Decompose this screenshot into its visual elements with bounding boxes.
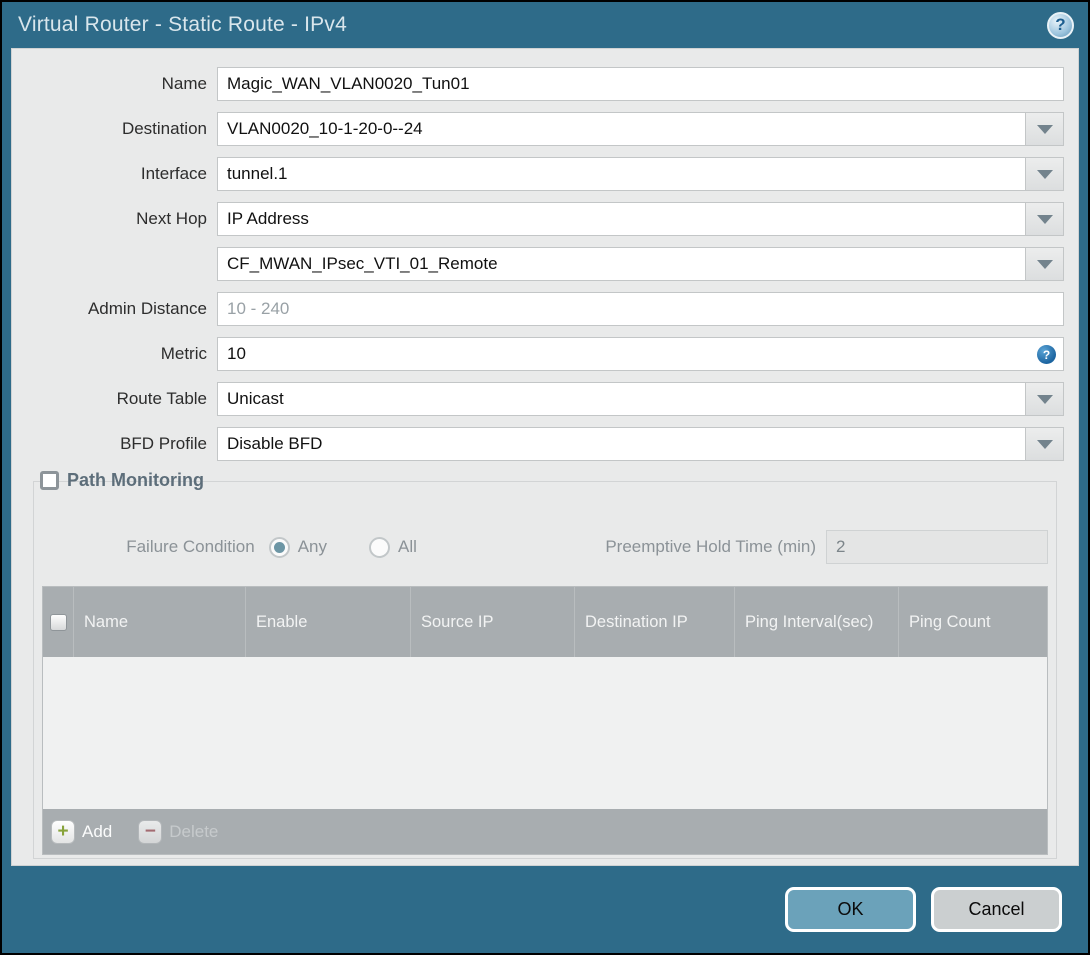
- interface-row: Interface: [26, 157, 1064, 191]
- failure-condition-any-label: Any: [297, 537, 328, 556]
- minus-icon: −: [138, 819, 163, 844]
- metric-help-icon[interactable]: ?: [1037, 345, 1056, 364]
- static-route-dialog: Virtual Router - Static Route - IPv4 ? N…: [0, 0, 1090, 955]
- name-row: Name: [26, 67, 1064, 101]
- select-all-checkbox[interactable]: [49, 613, 67, 631]
- metric-label: Metric: [160, 344, 207, 363]
- name-input[interactable]: [217, 67, 1064, 101]
- ok-button[interactable]: OK: [785, 887, 916, 932]
- destination-dropdown-button[interactable]: [1026, 112, 1064, 146]
- next-hop-type-select[interactable]: [217, 202, 1026, 236]
- destination-input[interactable]: [217, 112, 1026, 146]
- plus-icon: +: [51, 819, 75, 844]
- interface-input[interactable]: [217, 157, 1026, 191]
- destination-row: Destination: [26, 112, 1064, 146]
- table-body-empty: [43, 657, 1047, 809]
- chevron-down-icon: [1036, 124, 1053, 134]
- form-panel: Name Destination Interface: [11, 48, 1079, 866]
- select-all-cell: [43, 587, 73, 657]
- failure-condition-all-label: All: [398, 537, 417, 556]
- failure-condition-any-radio[interactable]: [268, 536, 290, 558]
- column-header-enable[interactable]: Enable: [245, 587, 410, 657]
- table-header-row: Name Enable Source IP Destination IP Pin…: [43, 587, 1047, 657]
- chevron-down-icon: [1036, 169, 1053, 179]
- preemptive-hold-time-label: Preemptive Hold Time (min): [605, 537, 816, 556]
- failure-condition-label: Failure Condition: [126, 537, 255, 556]
- add-button[interactable]: + Add: [51, 819, 113, 844]
- bfd-profile-dropdown-button[interactable]: [1026, 427, 1064, 461]
- next-hop-row: Next Hop: [26, 202, 1064, 236]
- chevron-down-icon: [1036, 259, 1053, 269]
- admin-distance-label: Admin Distance: [87, 299, 207, 318]
- add-button-label: Add: [82, 821, 113, 841]
- admin-distance-input[interactable]: [217, 292, 1064, 326]
- column-header-destination-ip[interactable]: Destination IP: [574, 587, 734, 657]
- titlebar: Virtual Router - Static Route - IPv4 ?: [2, 2, 1088, 48]
- bfd-profile-row: BFD Profile: [26, 427, 1064, 461]
- next-hop-label: Next Hop: [136, 209, 207, 228]
- failure-condition-all-radio[interactable]: [369, 536, 391, 558]
- column-header-source-ip[interactable]: Source IP: [410, 587, 574, 657]
- path-monitoring-group: Path Monitoring Failure Condition Any Al…: [33, 470, 1057, 859]
- bfd-profile-select[interactable]: [217, 427, 1026, 461]
- delete-button-label: Delete: [169, 821, 219, 841]
- route-table-select[interactable]: [217, 382, 1026, 416]
- metric-input[interactable]: [217, 337, 1064, 371]
- admin-distance-row: Admin Distance: [26, 292, 1064, 326]
- name-label: Name: [161, 74, 207, 93]
- chevron-down-icon: [1036, 439, 1053, 449]
- dialog-title: Virtual Router - Static Route - IPv4: [18, 13, 347, 36]
- next-hop-address-dropdown-button[interactable]: [1026, 247, 1064, 281]
- path-monitoring-legend: Path Monitoring: [40, 470, 212, 491]
- table-toolbar: + Add − Delete: [43, 809, 1047, 854]
- column-header-name[interactable]: Name: [73, 587, 245, 657]
- interface-dropdown-button[interactable]: [1026, 157, 1064, 191]
- help-icon[interactable]: ?: [1047, 11, 1074, 39]
- path-monitoring-title: Path Monitoring: [67, 470, 204, 490]
- preemptive-hold-time-input[interactable]: [826, 530, 1048, 564]
- route-table-label: Route Table: [116, 389, 207, 408]
- delete-button[interactable]: − Delete: [138, 819, 219, 844]
- next-hop-address-row: [26, 247, 1064, 281]
- route-table-row: Route Table: [26, 382, 1064, 416]
- metric-row: Metric ?: [26, 337, 1064, 371]
- dialog-footer: OK Cancel: [2, 866, 1088, 953]
- chevron-down-icon: [1036, 214, 1053, 224]
- destination-label: Destination: [121, 119, 207, 138]
- chevron-down-icon: [1036, 394, 1053, 404]
- column-header-ping-interval[interactable]: Ping Interval(sec): [734, 587, 898, 657]
- path-monitoring-checkbox[interactable]: [40, 471, 59, 490]
- next-hop-dropdown-button[interactable]: [1026, 202, 1064, 236]
- interface-label: Interface: [140, 164, 207, 183]
- next-hop-address-input[interactable]: [217, 247, 1026, 281]
- cancel-button[interactable]: Cancel: [931, 887, 1062, 932]
- route-table-dropdown-button[interactable]: [1026, 382, 1064, 416]
- column-header-ping-count[interactable]: Ping Count: [898, 587, 1047, 657]
- failure-condition-row: Failure Condition Any All Preemptive Hol…: [42, 530, 1048, 564]
- bfd-profile-label: BFD Profile: [120, 434, 207, 453]
- path-monitoring-table: Name Enable Source IP Destination IP Pin…: [42, 586, 1048, 855]
